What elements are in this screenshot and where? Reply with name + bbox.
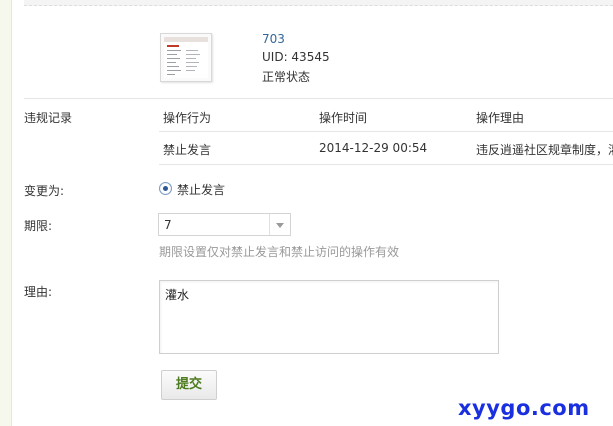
period-select[interactable]: 7	[158, 213, 291, 236]
records-header-divider	[159, 131, 613, 132]
avatar	[160, 33, 212, 82]
avatar-thumbnail-image	[164, 37, 208, 78]
records-header-reason: 操作理由	[476, 111, 525, 125]
left-sidebar-strip	[0, 0, 12, 426]
records-header-action: 操作行为	[163, 111, 212, 125]
user-name-link[interactable]: 703	[262, 32, 285, 46]
chevron-down-icon[interactable]	[269, 214, 290, 235]
records-bottom-divider	[159, 164, 613, 165]
records-header-time: 操作时间	[319, 111, 368, 125]
user-status: 正常状态	[262, 70, 311, 84]
records-row-action: 禁止发言	[163, 143, 212, 157]
reason-textarea[interactable]: 灌水	[159, 280, 499, 354]
period-select-value: 7	[164, 218, 172, 232]
period-hint: 期限设置仅对禁止发言和禁止访问的操作有效	[159, 245, 400, 259]
records-row-time: 2014-12-29 00:54	[319, 141, 428, 155]
top-bar	[24, 0, 613, 6]
submit-button[interactable]: 提交	[161, 370, 217, 400]
divider	[24, 98, 613, 99]
change-to-option-label[interactable]: 禁止发言	[177, 181, 225, 198]
records-row-reason: 违反逍遥社区规章制度，灌	[476, 143, 613, 157]
watermark: xyygo.com	[458, 396, 590, 420]
user-uid: UID: 43545	[262, 50, 330, 64]
radio-checked-icon[interactable]	[159, 182, 172, 195]
reason-text: 灌水	[165, 288, 190, 302]
change-to-label: 变更为:	[24, 184, 65, 198]
period-label: 期限:	[24, 219, 53, 233]
records-label: 违规记录	[24, 111, 73, 125]
reason-label: 理由:	[24, 285, 53, 299]
